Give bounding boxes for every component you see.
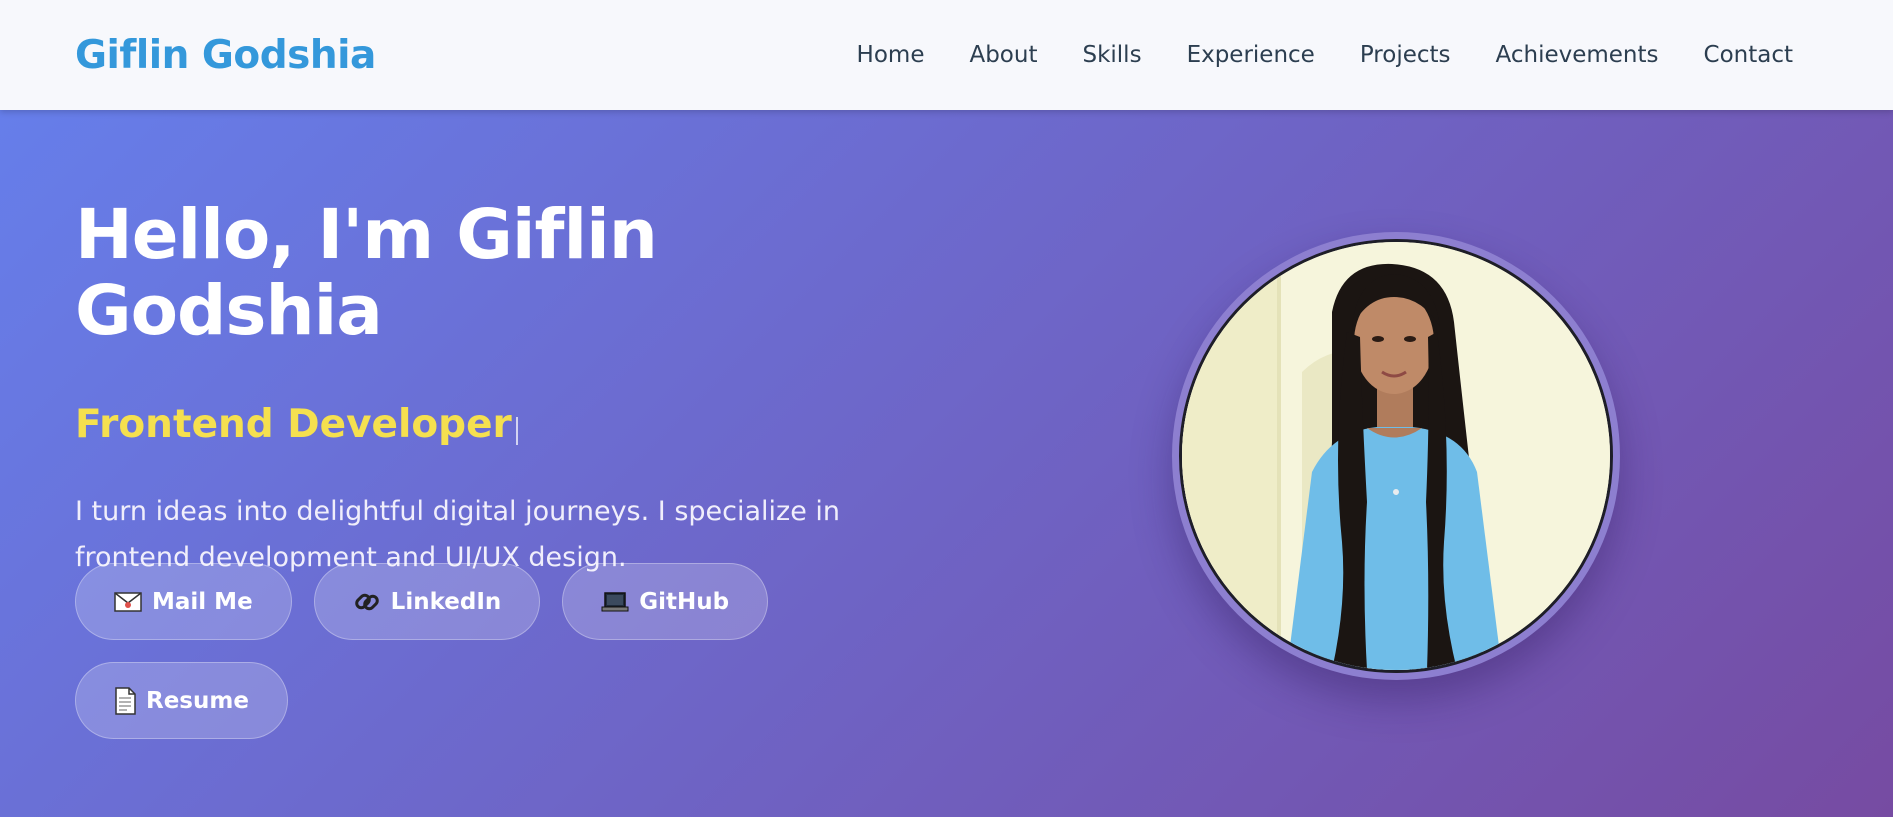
mail-me-button[interactable]: Mail Me <box>75 563 292 640</box>
hero-buttons-row-2: Resume <box>75 662 288 739</box>
nav-link-about[interactable]: About <box>969 42 1037 68</box>
resume-label: Resume <box>146 687 249 714</box>
nav-link-contact[interactable]: Contact <box>1704 42 1793 68</box>
nav-link-projects[interactable]: Projects <box>1360 42 1451 68</box>
hero-buttons: Mail Me LinkedIn GitHub <box>75 563 769 640</box>
document-icon <box>114 686 136 715</box>
nav-links: Home About Skills Experience Projects Ac… <box>857 42 1793 68</box>
profile-photo-frame <box>1172 232 1620 680</box>
mail-me-label: Mail Me <box>152 588 253 615</box>
typing-caret <box>515 417 518 446</box>
brand-logo[interactable]: Giflin Godshia <box>75 33 376 78</box>
hero-title: Hello, I'm Giflin Godshia <box>75 195 658 351</box>
envelope-icon <box>114 591 142 612</box>
resume-button[interactable]: Resume <box>75 662 288 739</box>
nav-link-home[interactable]: Home <box>857 42 925 68</box>
github-button[interactable]: GitHub <box>562 563 769 640</box>
hero-subtitle-wrap: Frontend Developer <box>75 402 955 447</box>
nav-link-achievements[interactable]: Achievements <box>1496 42 1659 68</box>
profile-photo <box>1179 239 1613 673</box>
nav-link-skills[interactable]: Skills <box>1082 42 1141 68</box>
linkedin-label: LinkedIn <box>390 588 502 615</box>
hero-section: Hello, I'm Giflin Godshia Frontend Devel… <box>0 110 1893 817</box>
link-icon <box>353 588 381 616</box>
nav-link-experience[interactable]: Experience <box>1187 42 1315 68</box>
laptop-icon <box>601 591 629 613</box>
hero-subtitle: Frontend Developer <box>75 401 512 447</box>
github-label: GitHub <box>639 588 730 615</box>
navbar: Giflin Godshia Home About Skills Experie… <box>0 0 1893 110</box>
hero-text: Hello, I'm Giflin Godshia Frontend Devel… <box>75 195 955 581</box>
linkedin-button[interactable]: LinkedIn <box>313 563 541 640</box>
